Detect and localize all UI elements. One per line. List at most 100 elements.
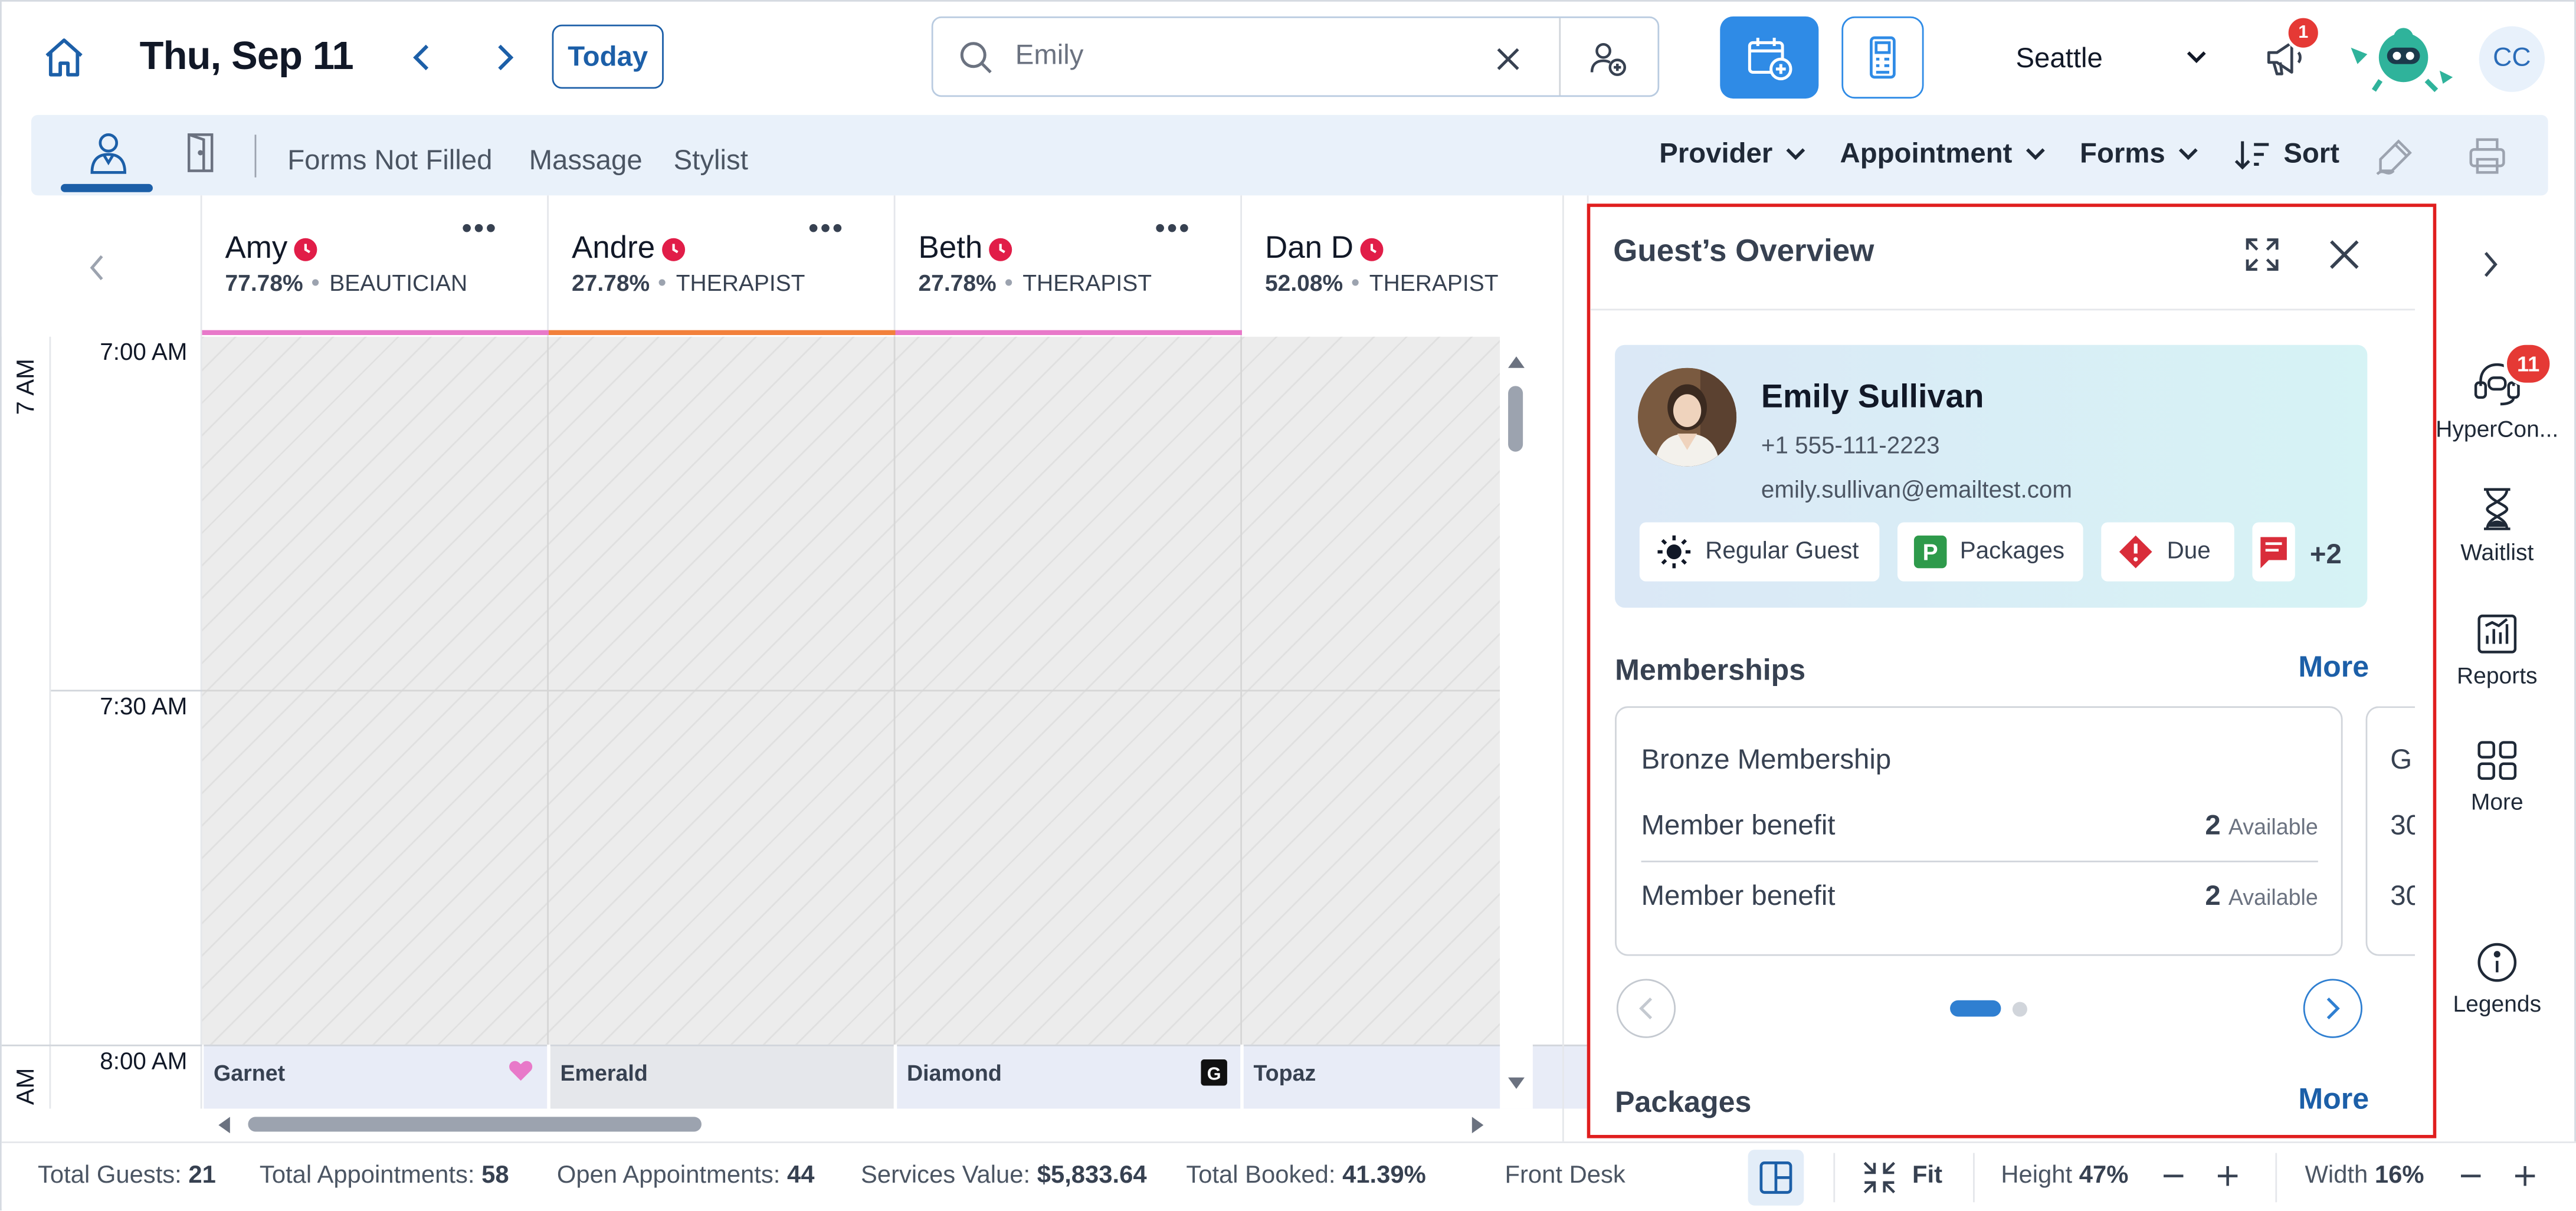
more-options-icon[interactable]: •••	[808, 212, 844, 246]
hour-label-7am: 7 AM	[12, 359, 41, 415]
memberships-title: Memberships	[1615, 654, 1806, 687]
print-icon[interactable]	[2463, 132, 2512, 181]
new-appointment-button[interactable]	[1720, 16, 1819, 99]
width-decrease-icon[interactable]	[2454, 1160, 2487, 1193]
chip-regular-guest[interactable]: Regular Guest	[1639, 522, 1880, 582]
home-icon[interactable]	[38, 31, 90, 84]
today-button[interactable]: Today	[552, 24, 664, 89]
scroll-right-arrow-icon[interactable]	[1470, 1115, 1487, 1135]
user-avatar[interactable]: CC	[2479, 26, 2545, 92]
layout-toggle-button[interactable]	[1748, 1150, 1804, 1206]
provider-column-header[interactable]: Andre 27.78% THERAPIST •••	[548, 195, 896, 337]
separator-dot	[1006, 279, 1013, 286]
memberships-more-link[interactable]: More	[2298, 651, 2369, 685]
provider-dropdown[interactable]: Provider	[1659, 138, 1805, 171]
appointment-block[interactable]: Garnet	[204, 1044, 548, 1109]
sort-button[interactable]: Sort	[2234, 138, 2339, 171]
membership-card[interactable]: Bronze Membership Member benefit 2 Avail…	[1615, 706, 2343, 956]
prev-day-button[interactable]	[402, 38, 442, 77]
next-day-button[interactable]	[484, 38, 524, 77]
add-guest-icon[interactable]	[1587, 38, 1630, 80]
info-icon	[2477, 943, 2517, 982]
chip-due[interactable]: Due	[2101, 522, 2234, 582]
rail-more[interactable]: More	[2427, 739, 2568, 815]
tab-massage[interactable]: Massage	[529, 145, 643, 178]
appointment-block[interactable]: Topaz	[1243, 1044, 1587, 1109]
membership-card-peek[interactable]: G 30 30	[2365, 706, 2416, 956]
scroll-left-arrow-icon[interactable]	[215, 1115, 232, 1135]
provider-view-icon[interactable]	[84, 128, 133, 178]
search-input[interactable]: Emily	[1015, 40, 1084, 73]
height-label: Height	[2001, 1161, 2073, 1189]
more-options-icon[interactable]: •••	[1155, 212, 1191, 246]
chip-packages[interactable]: P Packages	[1897, 522, 2083, 582]
scroll-up-arrow-icon[interactable]	[1506, 353, 1526, 370]
time-label-800: 8:00 AM	[100, 1049, 188, 1076]
carousel-dot[interactable]	[2012, 1002, 2027, 1017]
appointment-dropdown[interactable]: Appointment	[1840, 138, 2046, 171]
time-label-730: 7:30 AM	[100, 694, 188, 721]
due-alert-icon	[2119, 535, 2152, 569]
room-view-icon[interactable]	[179, 128, 221, 178]
stat-value: $5,833.64	[1037, 1161, 1147, 1189]
height-control: Height 47%	[2001, 1161, 2128, 1189]
rail-reports[interactable]: Reports	[2427, 613, 2568, 688]
height-increase-icon[interactable]	[2211, 1160, 2244, 1193]
provider-column-header[interactable]: Amy 77.78% BEAUTICIAN •••	[202, 195, 549, 337]
appointment-block[interactable]: Emerald	[550, 1044, 894, 1109]
guest-avatar[interactable]	[1638, 367, 1737, 467]
search-container: Emily	[931, 16, 1660, 97]
height-decrease-icon[interactable]	[2157, 1160, 2190, 1193]
horizontal-scrollbar[interactable]	[202, 1108, 1500, 1142]
carousel-next-button[interactable]	[2303, 979, 2362, 1038]
tab-stylist[interactable]: Stylist	[674, 145, 748, 178]
guest-overview-panel: Guest’s Overview Emily Sullivan +1 555-1	[1587, 204, 2437, 1138]
fit-button[interactable]: Fit	[1912, 1161, 1942, 1189]
benefit-status: Available	[2228, 885, 2318, 910]
more-options-icon[interactable]: •••	[461, 212, 497, 246]
clock-icon	[294, 238, 317, 261]
location-select[interactable]: Seattle	[2015, 42, 2102, 76]
forms-dropdown[interactable]: Forms	[2080, 138, 2198, 171]
appointment-block[interactable]: Diamond G	[897, 1044, 1241, 1109]
chevron-left-icon[interactable]	[80, 251, 113, 284]
chevron-right-icon[interactable]	[2471, 245, 2511, 284]
horizontal-scroll-thumb[interactable]	[248, 1117, 702, 1132]
panel-split-divider	[1562, 195, 1564, 1142]
footer-divider	[1833, 1153, 1836, 1203]
provider-utilization: 52.08%	[1264, 269, 1343, 296]
chips-more-count[interactable]: +2	[2310, 539, 2342, 572]
guest-phone: +1 555-111-2223	[1761, 434, 1940, 460]
benefit-label: Member benefit	[1641, 880, 1836, 912]
packages-more-link[interactable]: More	[2298, 1082, 2369, 1117]
rail-waitlist[interactable]: Waitlist	[2427, 486, 2568, 565]
carousel-dot-active[interactable]	[1950, 1000, 2001, 1017]
vertical-scroll-thumb[interactable]	[1508, 386, 1523, 452]
vertical-scrollbar[interactable]	[1500, 336, 1533, 1109]
stat-label: Total Appointments:	[259, 1161, 475, 1189]
chip-note-partial[interactable]	[2252, 522, 2295, 582]
tab-forms-not-filled[interactable]: Forms Not Filled	[287, 145, 492, 178]
layout-panel-icon	[1759, 1161, 1792, 1194]
pos-terminal-button[interactable]	[1841, 16, 1924, 99]
fit-icon[interactable]	[1858, 1156, 1900, 1199]
guest-email: emily.sullivan@emailtest.com	[1761, 478, 2072, 504]
appointment-title: Emerald	[560, 1061, 648, 1086]
membership-benefit-row: Member benefit 2 Available	[1641, 810, 2318, 843]
chevron-down-icon[interactable]	[2180, 41, 2213, 74]
guest-card: Emily Sullivan +1 555-111-2223 emily.sul…	[1615, 344, 2368, 608]
chip-label: Regular Guest	[1705, 539, 1859, 565]
width-increase-icon[interactable]	[2509, 1160, 2542, 1193]
clear-search-icon[interactable]	[1489, 40, 1528, 79]
carousel-prev-button[interactable]	[1616, 979, 1676, 1038]
provider-column-header[interactable]: Dan D 52.08% THERAPIST	[1242, 195, 1589, 337]
scroll-down-arrow-icon[interactable]	[1506, 1076, 1526, 1092]
rail-legends[interactable]: Legends	[2427, 941, 2568, 1017]
close-icon[interactable]	[2323, 233, 2365, 275]
signature-icon[interactable]	[2371, 132, 2420, 181]
provider-column-header[interactable]: Beth 27.78% THERAPIST •••	[895, 195, 1243, 337]
panel-title: Guest’s Overview	[1613, 235, 1874, 270]
stat-label: Open Appointments:	[556, 1161, 781, 1189]
heart-icon	[509, 1061, 533, 1081]
expand-icon[interactable]	[2241, 233, 2283, 275]
